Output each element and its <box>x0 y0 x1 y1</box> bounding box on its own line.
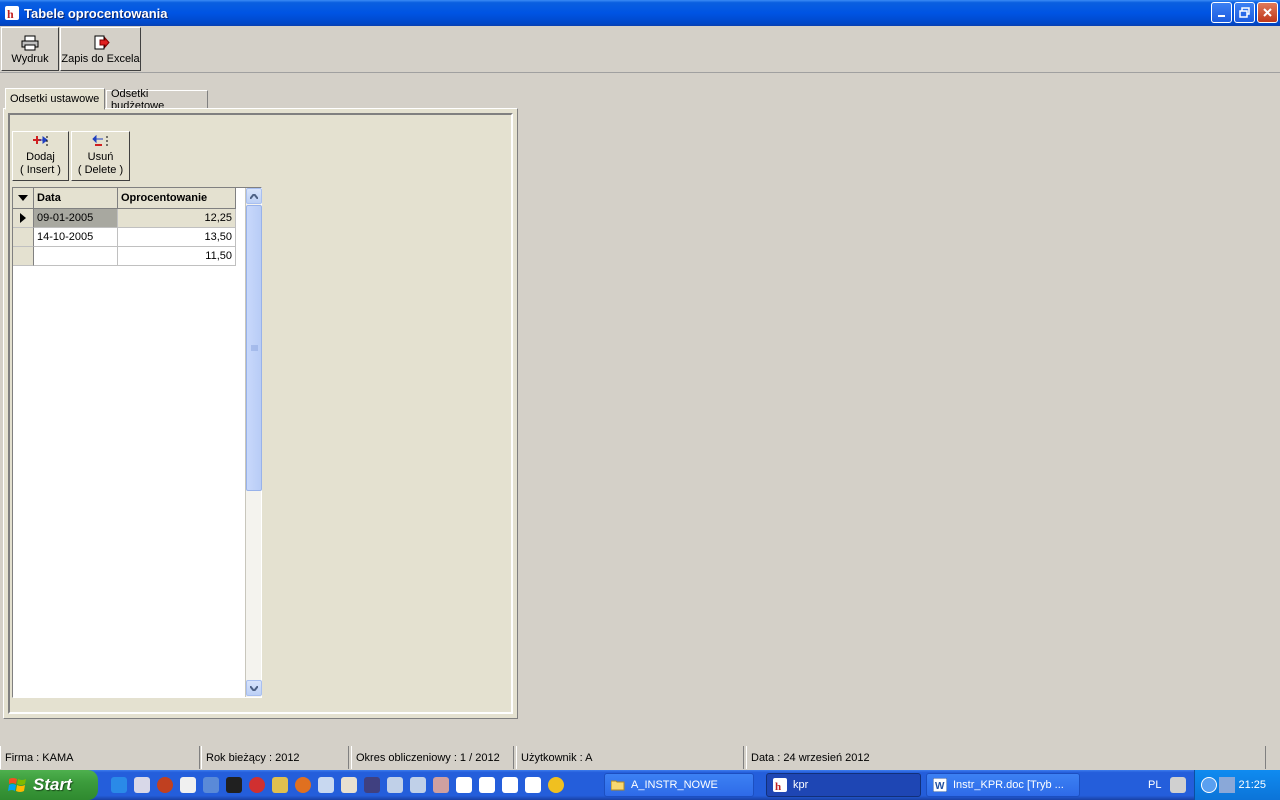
close-button[interactable] <box>1257 2 1278 23</box>
kpr-app-icon[interactable] <box>479 777 495 793</box>
scroll-down-icon[interactable] <box>246 680 262 696</box>
tab-statutory-interest[interactable]: Odsetki ustawowe <box>5 88 105 110</box>
media-icon[interactable] <box>249 777 265 793</box>
cell-date[interactable] <box>34 247 118 266</box>
system-tray: 21:25 <box>1194 770 1280 800</box>
terminal-icon[interactable] <box>226 777 242 793</box>
clock[interactable]: 21:25 <box>1238 779 1266 791</box>
print-button[interactable]: Wydruk <box>1 27 59 71</box>
add-label: Dodaj <box>26 151 55 163</box>
table-row[interactable]: 09-01-2005 12,25 <box>13 209 236 228</box>
scroll-thumb[interactable] <box>246 205 262 491</box>
task-label: A_INSTR_NOWE <box>631 779 718 791</box>
scroll-up-icon[interactable] <box>246 188 262 204</box>
kpr-app-icon: h <box>773 778 787 792</box>
language-indicator[interactable]: PL <box>1148 779 1161 791</box>
current-row-arrow-icon <box>20 213 26 223</box>
calendar-icon[interactable] <box>180 777 196 793</box>
svg-text:h: h <box>7 7 14 21</box>
restore-button[interactable] <box>1234 2 1255 23</box>
browser-icon[interactable] <box>203 777 219 793</box>
export-icon <box>92 34 110 52</box>
program-icon[interactable] <box>433 777 449 793</box>
app-icon: h <box>4 5 20 21</box>
window-title: Tabele oprocentowania <box>24 5 168 21</box>
vertical-scrollbar[interactable] <box>245 188 262 697</box>
add-row-icon <box>32 135 50 151</box>
cell-rate[interactable]: 11,50 <box>118 247 236 266</box>
print-label: Wydruk <box>11 52 49 65</box>
download-icon[interactable] <box>364 777 380 793</box>
taskbar-item-folder[interactable]: A_INSTR_NOWE <box>604 773 754 797</box>
delete-button[interactable]: Usuń ( Delete ) <box>71 131 130 181</box>
tray-expand-icon[interactable] <box>1201 777 1217 793</box>
start-label: Start <box>33 775 72 794</box>
status-period: Okres obliczeniowy : 1 / 2012 <box>351 746 514 769</box>
chrome-icon[interactable] <box>548 777 564 793</box>
cell-rate[interactable]: 12,25 <box>118 209 236 228</box>
status-year: Rok bieżący : 2012 <box>201 746 349 769</box>
network-icon[interactable] <box>410 777 426 793</box>
tab-budget-interest[interactable]: Odsetki budżetowe <box>106 88 208 112</box>
task-label: Instr_KPR.doc [Tryb ... <box>953 779 1064 791</box>
status-firm: Firma : KAMA <box>0 746 200 769</box>
kpr-app-icon[interactable] <box>525 777 541 793</box>
quicklaunch-app-icon[interactable] <box>157 777 173 793</box>
export-excel-label: Zapis do Excela <box>61 52 140 65</box>
taskbar-item-kpr[interactable]: h kpr <box>766 773 921 797</box>
add-button[interactable]: Dodaj ( Insert ) <box>12 131 69 181</box>
add-shortcut: ( Insert ) <box>20 164 61 176</box>
folder-icon <box>611 780 625 791</box>
word-document-icon: W <box>933 778 947 792</box>
table-row[interactable]: 14-10-2005 13,50 <box>13 228 236 247</box>
tab-label: Odsetki ustawowe <box>10 93 100 105</box>
row-indicator[interactable] <box>13 209 34 228</box>
svg-text:W: W <box>935 781 945 792</box>
minimize-button[interactable] <box>1211 2 1232 23</box>
tool-icon[interactable] <box>272 777 288 793</box>
status-user: Użytkownik : A <box>516 746 744 769</box>
row-indicator[interactable] <box>13 228 34 247</box>
taskbar-item-word[interactable]: W Instr_KPR.doc [Tryb ... <box>926 773 1080 797</box>
kpr-app-icon[interactable] <box>456 777 472 793</box>
delete-label: Usuń <box>87 151 114 163</box>
cell-date[interactable]: 09-01-2005 <box>34 209 118 228</box>
toolbar: Wydruk Zapis do Excela <box>0 26 1280 73</box>
network-tray-icon[interactable] <box>1219 777 1235 793</box>
grid-header: Data Oprocentowanie <box>13 188 236 209</box>
firefox-icon[interactable] <box>295 777 311 793</box>
network-icon[interactable] <box>387 777 403 793</box>
app-shortcut-icon[interactable] <box>341 777 357 793</box>
export-excel-button[interactable]: Zapis do Excela <box>60 27 141 71</box>
cell-date[interactable]: 14-10-2005 <box>34 228 118 247</box>
show-desktop-icon[interactable] <box>134 777 150 793</box>
task-label: kpr <box>793 779 809 791</box>
start-button[interactable]: Start <box>0 770 98 800</box>
svg-text:h: h <box>775 781 781 792</box>
windows-logo-icon <box>8 778 26 792</box>
interest-rates-grid[interactable]: Data Oprocentowanie 09-01-2005 12,25 14-… <box>12 187 262 698</box>
status-bar: Firma : KAMA Rok bieżący : 2012 Okres ob… <box>0 746 1280 769</box>
table-row[interactable]: 11,50 <box>13 247 236 266</box>
cell-rate[interactable]: 13,50 <box>118 228 236 247</box>
column-header-date[interactable]: Data <box>34 188 118 209</box>
delete-shortcut: ( Delete ) <box>77 164 124 176</box>
title-bar: h Tabele oprocentowania <box>0 0 1280 26</box>
column-header-rate[interactable]: Oprocentowanie <box>118 188 236 209</box>
file-icon[interactable] <box>318 777 334 793</box>
delete-row-icon <box>91 134 110 151</box>
kpr-app-icon[interactable] <box>502 777 518 793</box>
row-indicator[interactable] <box>13 247 34 266</box>
taskbar: Start A_INSTR_NOWE h kpr W Instr_KPR.doc… <box>0 770 1280 800</box>
internet-explorer-icon[interactable] <box>111 777 127 793</box>
dropdown-arrow-icon[interactable] <box>13 188 34 209</box>
keyboard-icon[interactable] <box>1170 777 1186 793</box>
printer-icon <box>21 34 39 52</box>
status-date: Data : 24 wrzesień 2012 <box>746 746 1266 769</box>
